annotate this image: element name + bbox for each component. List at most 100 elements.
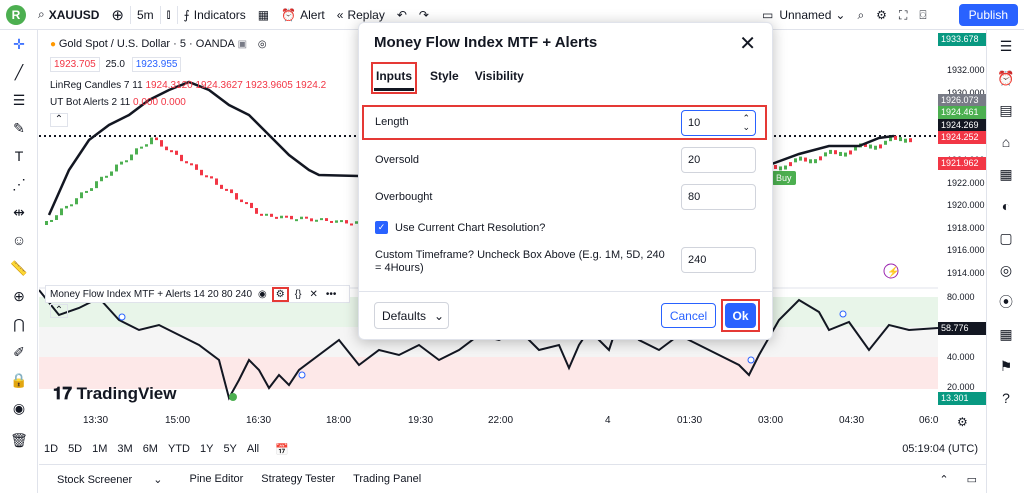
symbol-search[interactable]: ⌕ XAUUSD [32, 0, 105, 30]
fib-icon[interactable]: ☰ [0, 86, 38, 114]
ideas-icon[interactable]: ◐ [987, 190, 1024, 222]
range-button[interactable]: 3M [112, 443, 137, 455]
oversold-input[interactable]: 20 [681, 147, 756, 173]
osc-tag[interactable]: 13.301 [938, 392, 986, 405]
close-icon[interactable]: ✕ [309, 289, 317, 300]
prediction-icon[interactable]: ⇹ [0, 198, 38, 226]
resolution-checkbox[interactable]: ✓ [375, 221, 388, 234]
eye-icon[interactable]: ◉ [258, 289, 267, 300]
osc-collapse-button[interactable]: ⌃ [50, 304, 68, 318]
range-button[interactable]: 1M [87, 443, 112, 455]
price-axis-label: 1920.000 [947, 200, 985, 210]
custom-timeframe-input[interactable]: 240 [681, 247, 756, 273]
brush-icon[interactable]: ✎ [0, 114, 38, 142]
pattern-icon[interactable]: ⋰ [0, 170, 38, 198]
price-tag[interactable]: 1933.678 [938, 33, 986, 46]
candle [230, 189, 233, 194]
gear-icon: ⚙ [876, 8, 887, 22]
maximize-panel-icon[interactable]: ▭ [958, 473, 986, 486]
defaults-dropdown[interactable]: Defaults ⌄ [374, 302, 449, 329]
settings-button[interactable]: ⚙ [870, 0, 893, 30]
calendar-icon-2[interactable]: ▦ [987, 318, 1024, 350]
ask-price[interactable]: 1923.955 [131, 57, 182, 72]
watchlist-icon[interactable]: ☰ [987, 30, 1024, 62]
alert-button[interactable]: ⏰ Alert [275, 0, 331, 30]
tab-inputs[interactable]: Inputs [371, 62, 417, 94]
osc-tag[interactable]: 58.776 [938, 322, 986, 335]
trendline-icon[interactable]: ╱ [0, 58, 38, 86]
tab-stock-screener[interactable]: Stock Screener ⌄ [39, 473, 180, 486]
range-button[interactable]: All [242, 443, 264, 455]
indicator-legend-bar[interactable]: Money Flow Index MTF + Alerts 14 20 80 2… [45, 285, 350, 303]
data-window-icon[interactable]: ▤ [987, 94, 1024, 126]
collapse-panel-icon[interactable]: ⌃ [930, 473, 957, 486]
settings-gear-icon[interactable]: ⚙ [271, 286, 289, 302]
range-button[interactable]: 5Y [218, 443, 241, 455]
ruler-icon[interactable]: 📏 [0, 254, 38, 282]
price-tag[interactable]: 1924.252 [938, 131, 986, 144]
ind1-name[interactable]: LinReg Candles 7 11 [50, 80, 143, 91]
source-code-icon[interactable]: {} [295, 289, 302, 300]
range-button[interactable]: YTD [163, 443, 195, 455]
length-value: 10 [688, 117, 701, 129]
clock[interactable]: 05:19:04 (UTC) [897, 443, 986, 455]
magnet-icon[interactable]: ⋂ [0, 310, 38, 338]
broadcast-icon[interactable]: ⦿ [987, 286, 1024, 318]
collapse-button[interactable]: ⌃ [50, 113, 68, 127]
close-icon[interactable]: ✕ [739, 31, 756, 56]
overbought-input[interactable]: 80 [681, 184, 756, 210]
pencil-lock-icon[interactable]: ✐ [0, 338, 38, 366]
eye-icon[interactable]: ◉ [0, 394, 38, 422]
osc-axis-label: 80.000 [947, 292, 975, 302]
candle [105, 175, 108, 178]
lock-icon[interactable]: 🔒 [0, 366, 38, 394]
visibility-icon[interactable]: ◎ [258, 39, 267, 50]
price-axis-label: 1932.000 [947, 65, 985, 75]
range-button[interactable]: 1D [39, 443, 63, 455]
cancel-button[interactable]: Cancel [661, 303, 716, 328]
range-button[interactable]: 5D [63, 443, 87, 455]
axis-settings-icon[interactable]: ⚙ [957, 415, 968, 429]
goto-date-icon[interactable]: 📅 [270, 443, 294, 456]
text-icon[interactable]: T [0, 142, 38, 170]
avatar[interactable]: R [6, 4, 26, 25]
chat-icon[interactable]: ▢ [987, 222, 1024, 254]
bell-icon[interactable]: ⚑ [987, 350, 1024, 382]
snapshot-button[interactable]: ⌼ [913, 0, 932, 30]
templates-button[interactable]: ▦ [252, 0, 275, 30]
ok-button[interactable]: Ok [725, 303, 756, 328]
tab-strategy-tester[interactable]: Strategy Tester [252, 473, 344, 485]
more-icon[interactable]: ••• [326, 289, 337, 300]
zoom-in-icon[interactable]: ⊕ [0, 282, 38, 310]
indicators-button[interactable]: ⨍ Indicators [178, 0, 252, 30]
streams-icon[interactable]: ◎ [987, 254, 1024, 286]
interval-button[interactable]: 5m [131, 0, 160, 30]
tab-visibility[interactable]: Visibility [475, 65, 524, 91]
crosshair-icon[interactable]: ✛ [0, 30, 38, 58]
tab-style[interactable]: Style [430, 65, 459, 91]
stepper-icon[interactable]: ⌃ ⌄ [742, 114, 750, 132]
range-button[interactable]: 6M [138, 443, 163, 455]
chart-type-button[interactable]: ⫾ [161, 0, 177, 30]
price-tag[interactable]: 1924.461 [938, 106, 986, 119]
candle [120, 161, 123, 165]
quick-search-button[interactable]: ⌕ [851, 0, 870, 30]
help-icon[interactable]: ? [987, 382, 1024, 414]
trash-icon[interactable]: 🗑 [0, 426, 38, 454]
calendar-icon[interactable]: ▦ [987, 158, 1024, 190]
length-input[interactable]: 10 ⌃ ⌄ [681, 110, 756, 136]
compare-button[interactable]: ⊕ [105, 0, 130, 30]
tab-trading-panel[interactable]: Trading Panel [344, 473, 430, 485]
alarm-clock-icon[interactable]: ⏰ [987, 62, 1024, 94]
range-button[interactable]: 1Y [195, 443, 218, 455]
candle [195, 164, 198, 170]
candle [150, 137, 153, 145]
publish-button[interactable]: Publish [958, 4, 1018, 26]
tab-pine-editor[interactable]: Pine Editor [180, 473, 252, 485]
ind2-name[interactable]: UT Bot Alerts 2 11 [50, 97, 130, 108]
bid-price[interactable]: 1923.705 [50, 57, 100, 72]
price-tag[interactable]: 1921.962 [938, 157, 986, 170]
hotlist-icon[interactable]: ⌂ [987, 126, 1024, 158]
fullscreen-button[interactable]: ⛶ [893, 0, 913, 30]
emoji-icon[interactable]: ☺ [0, 226, 38, 254]
